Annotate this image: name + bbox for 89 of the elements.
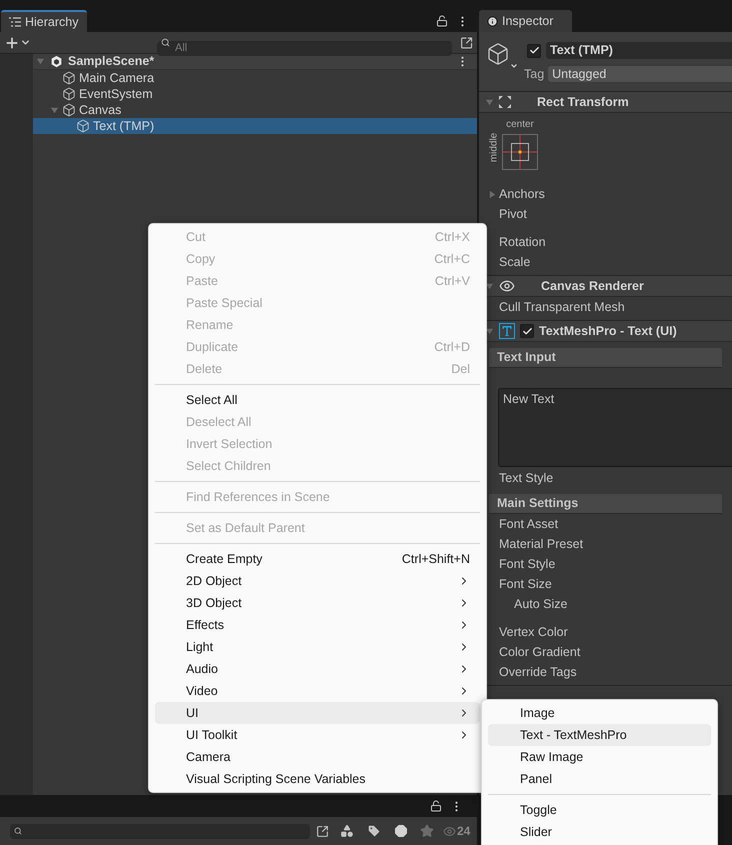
- hierarchy-row[interactable]: Main Camera: [33, 70, 477, 86]
- property-label[interactable]: Anchors: [499, 184, 545, 204]
- foldout-arrow-icon[interactable]: [485, 282, 494, 290]
- property-label: Text Style: [498, 470, 554, 487]
- property-label: Font Style: [498, 556, 556, 573]
- cube-icon: [76, 119, 90, 133]
- checkbox[interactable]: [527, 44, 541, 58]
- info-icon: [487, 16, 498, 26]
- shortcut-label: Ctrl+C: [434, 250, 470, 268]
- shapes-icon[interactable]: [340, 824, 354, 838]
- shortcut-label: Del: [451, 360, 470, 378]
- search-icon: [14, 827, 22, 835]
- property-label: Vertex Color: [498, 624, 569, 641]
- tag-label: Tag: [524, 66, 544, 83]
- alert-icon[interactable]: [392, 823, 408, 839]
- menu-item[interactable]: Visual Scripting Scene Variables: [155, 768, 480, 790]
- hierarchy-row[interactable]: Text (TMP): [33, 118, 477, 134]
- text-t-icon: [499, 323, 515, 339]
- menu-item[interactable]: 2D Object: [155, 570, 480, 592]
- lock-icon[interactable]: [430, 800, 442, 812]
- menu-item[interactable]: Camera: [155, 746, 480, 768]
- plus-icon: [4, 34, 20, 50]
- expand-search-icon[interactable]: [460, 36, 473, 50]
- create-button[interactable]: [4, 34, 31, 50]
- object-name: Text (TMP): [93, 120, 154, 132]
- shortcut-label: Ctrl+Shift+N: [402, 550, 470, 568]
- star-icon[interactable]: [420, 824, 434, 838]
- object-name-field[interactable]: Text (TMP): [546, 42, 732, 59]
- object-name: EventSystem: [79, 88, 153, 100]
- property-label: Rotation: [498, 234, 547, 251]
- property-label: Override Tags: [498, 664, 578, 681]
- cube-icon: [62, 87, 76, 101]
- property-label: Material Preset: [498, 536, 584, 553]
- scene-name: SampleScene*: [68, 53, 154, 70]
- anchor-horizontal-label: center: [506, 118, 534, 132]
- anchor-vertical-label: middle: [488, 131, 500, 164]
- menu-item[interactable]: Panel: [488, 768, 711, 790]
- component-header[interactable]: Rect Transform: [479, 92, 732, 113]
- menu-item[interactable]: UI: [155, 702, 480, 724]
- move-arrows-icon: [499, 96, 511, 108]
- visible-count: 24: [457, 823, 470, 840]
- property-label: Font Size: [498, 576, 553, 593]
- menu-item[interactable]: Audio: [155, 658, 480, 680]
- tag-icon[interactable]: [366, 824, 380, 838]
- property-label: Pivot: [498, 206, 528, 223]
- menu-item[interactable]: Slider: [488, 821, 711, 843]
- checkbox[interactable]: [520, 324, 534, 338]
- foldout-arrow-icon[interactable]: [485, 326, 494, 336]
- menu-item[interactable]: Text - TextMeshPro: [488, 724, 711, 746]
- check-icon: [528, 45, 540, 56]
- search-field[interactable]: All: [157, 40, 452, 56]
- menu-item[interactable]: Raw Image: [488, 746, 711, 768]
- section-header[interactable]: Text Input: [489, 348, 722, 368]
- menu-item[interactable]: Create Empty Ctrl+Shift+N: [155, 548, 480, 570]
- menu-item[interactable]: Video: [155, 680, 480, 702]
- menu-item[interactable]: Effects: [155, 614, 480, 636]
- property-label: Cull Transparent Mesh: [498, 299, 626, 316]
- cube-icon: [62, 103, 76, 117]
- cube-icon: [62, 71, 76, 85]
- eye-icon: [499, 278, 515, 294]
- shortcut-label: Ctrl+V: [434, 272, 470, 290]
- property-label: Font Asset: [498, 516, 560, 533]
- property-label: Color Gradient: [498, 644, 582, 661]
- search-field[interactable]: [10, 824, 310, 838]
- tag-dropdown[interactable]: Untagged: [548, 66, 732, 82]
- property-label: Auto Size: [513, 596, 569, 613]
- inspector-tab[interactable]: Inspector: [479, 10, 572, 32]
- menu-item[interactable]: UI Toolkit: [155, 724, 480, 746]
- menu-item[interactable]: Light: [155, 636, 480, 658]
- menu-item[interactable]: Image: [488, 702, 711, 724]
- shortcut-label: Ctrl+D: [434, 338, 470, 356]
- menu-item[interactable]: 3D Object: [155, 592, 480, 614]
- object-name: Canvas: [79, 104, 122, 116]
- list-icon: [9, 17, 21, 27]
- lock-icon[interactable]: [436, 15, 448, 27]
- text-input-area[interactable]: New Text: [498, 388, 732, 467]
- hierarchy-row[interactable]: Canvas: [33, 102, 477, 118]
- check-icon: [522, 326, 532, 336]
- anchor-preset-icon[interactable]: [502, 134, 538, 170]
- expand-search-icon[interactable]: [316, 824, 328, 838]
- section-header[interactable]: Main Settings: [489, 494, 722, 514]
- hierarchy-tab[interactable]: Hierarchy: [1, 10, 86, 32]
- search-icon: [161, 38, 170, 47]
- menu-item[interactable]: Select All: [155, 389, 480, 411]
- menu-item[interactable]: Toggle: [488, 799, 711, 821]
- object-name: Main Camera: [79, 72, 154, 84]
- shortcut-label: Ctrl+X: [434, 228, 470, 246]
- property-label: Scale: [498, 254, 532, 271]
- hierarchy-row[interactable]: EventSystem: [33, 86, 477, 102]
